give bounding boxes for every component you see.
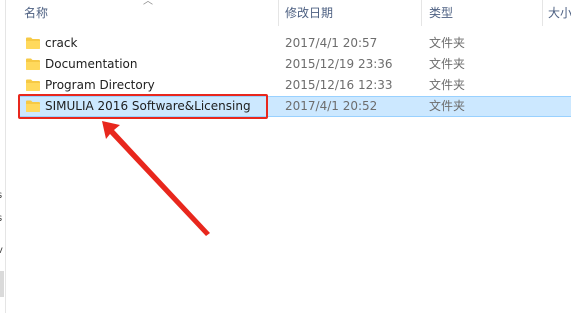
nav-fragment: s <box>0 190 2 201</box>
file-explorer-window: ı ı s s v 名称 ︿ 修改日期 类型 大小 crack 2017/4/1… <box>0 0 571 313</box>
file-row[interactable]: crack 2017/4/1 20:57 文件夹 <box>20 33 571 54</box>
file-name: Program Directory <box>45 78 155 92</box>
file-name: crack <box>45 36 78 50</box>
column-name-label: 名称 <box>24 6 49 20</box>
column-header-name[interactable]: 名称 ︿ <box>6 0 278 26</box>
column-header-type[interactable]: 类型 <box>422 0 542 26</box>
file-date: 2017/4/1 20:57 <box>285 36 378 50</box>
file-type: 文件夹 <box>429 99 466 113</box>
column-header-size[interactable]: 大小 <box>543 0 571 26</box>
file-row[interactable]: Documentation 2015/12/19 23:36 文件夹 <box>20 54 571 75</box>
folder-icon <box>26 37 40 49</box>
column-date-label: 修改日期 <box>285 6 334 20</box>
column-type-label: 类型 <box>429 6 454 20</box>
file-date: 2015/12/16 12:33 <box>285 78 393 92</box>
nav-fragment: v <box>0 245 3 256</box>
column-size-label: 大小 <box>548 6 571 20</box>
nav-scrollbar[interactable] <box>0 271 4 297</box>
file-date: 2015/12/19 23:36 <box>285 57 393 71</box>
file-date: 2017/4/1 20:52 <box>285 99 378 113</box>
folder-icon <box>26 79 40 91</box>
file-name: Documentation <box>45 57 138 71</box>
file-type: 文件夹 <box>429 36 466 50</box>
file-row[interactable]: Program Directory 2015/12/16 12:33 文件夹 <box>20 75 571 96</box>
sort-ascending-icon: ︿ <box>143 0 153 7</box>
folder-icon <box>26 58 40 70</box>
column-header-date[interactable]: 修改日期 <box>279 0 421 26</box>
annotation-highlight-box <box>18 94 268 119</box>
nav-fragment: s <box>0 213 2 224</box>
navigation-pane[interactable]: ı ı s s v <box>0 0 6 313</box>
file-type: 文件夹 <box>429 78 466 92</box>
file-type: 文件夹 <box>429 57 466 71</box>
column-header: 名称 ︿ 修改日期 类型 大小 <box>6 0 571 26</box>
